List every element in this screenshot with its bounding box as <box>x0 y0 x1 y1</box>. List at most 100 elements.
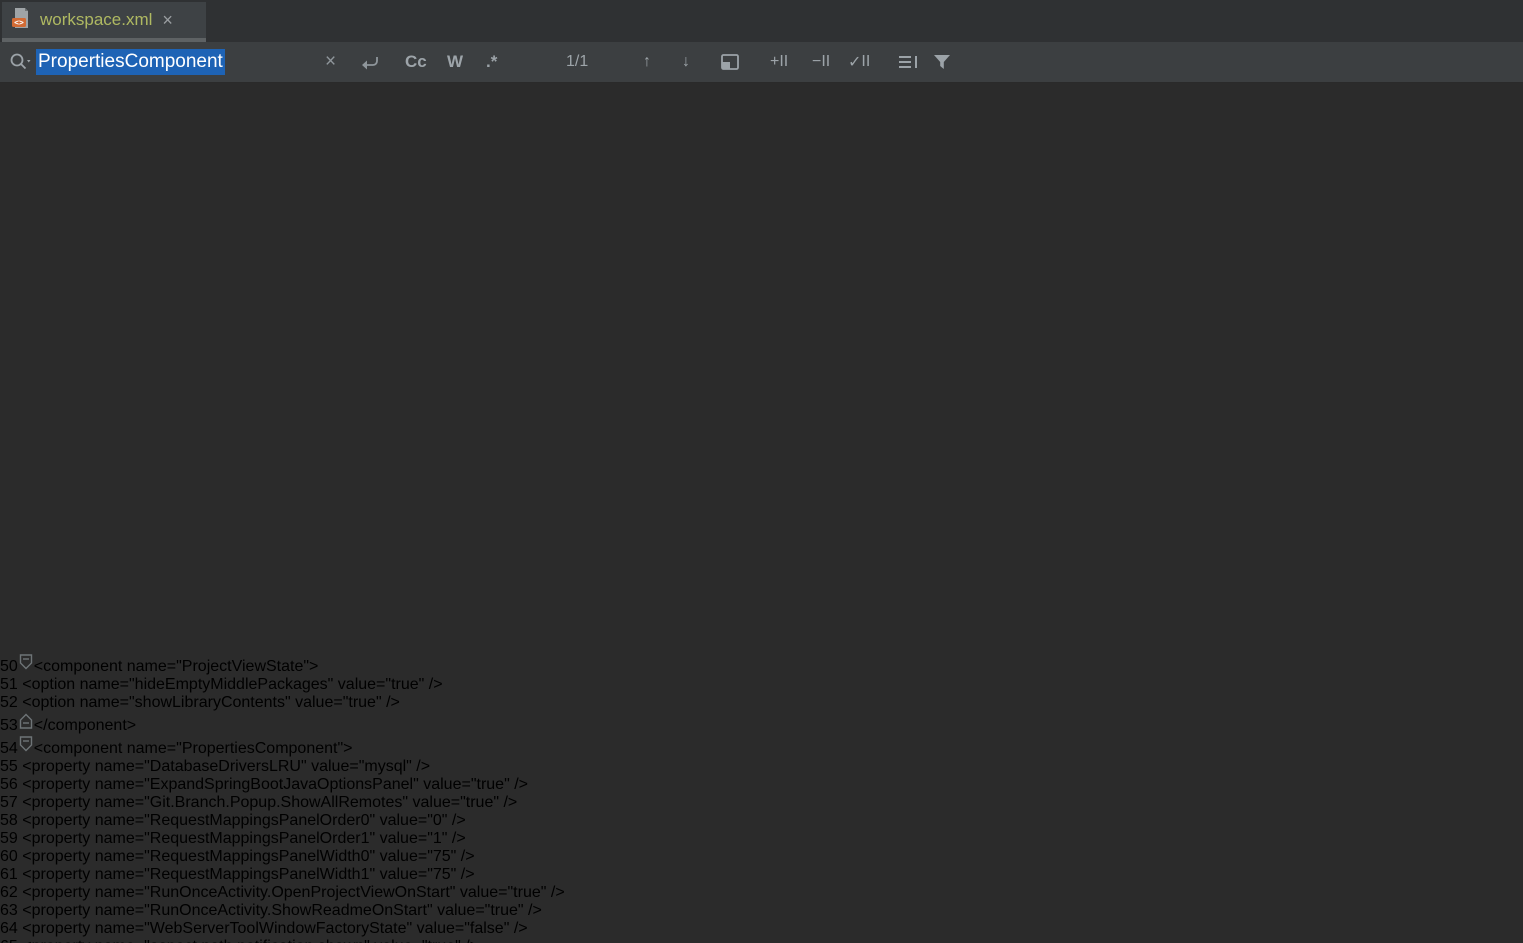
code-token: "true" <box>385 676 424 693</box>
editor[interactable]: 50<component name="ProjectViewState">51 … <box>0 0 1523 943</box>
code-token: value= <box>375 830 427 847</box>
code-token: "showLibraryContents" <box>129 694 291 711</box>
remove-occurrence-button[interactable]: − II <box>812 42 830 82</box>
whole-words-toggle[interactable]: W <box>447 42 463 82</box>
code-token: value= <box>333 676 385 693</box>
code-line[interactable]: 61 <property name="RequestMappingsPanelW… <box>0 866 1523 884</box>
code-token: < <box>34 740 43 757</box>
line-number: 51 <box>0 676 18 693</box>
code-token: option <box>32 694 76 711</box>
code-token: "RequestMappingsPanelOrder1" <box>144 830 375 847</box>
code-token: < <box>22 902 31 919</box>
code-line[interactable]: 62 <property name="RunOnceActivity.OpenP… <box>0 884 1523 902</box>
code-line[interactable]: 56 <property name="ExpandSpringBootJavaO… <box>0 776 1523 794</box>
line-number: 54 <box>0 740 18 757</box>
tab-close-icon[interactable]: × <box>162 11 173 29</box>
code-line[interactable]: 65 <property name="aspect.path.notificat… <box>0 938 1523 943</box>
toolbar-separator <box>512 51 513 73</box>
code-text: <property name="RequestMappingsPanelOrde… <box>18 830 466 847</box>
code-token: "false" <box>464 920 509 937</box>
line-number: 50 <box>0 658 18 675</box>
code-token: name= <box>90 866 144 883</box>
fold-collapse-start-icon[interactable] <box>18 658 34 675</box>
code-token: < <box>22 866 31 883</box>
code-line[interactable]: 53</component> <box>0 712 1523 735</box>
code-token: /> <box>412 758 430 775</box>
tab-workspace-xml[interactable]: <> workspace.xml × <box>2 2 206 38</box>
add-occurrence-button[interactable]: + II <box>770 42 788 82</box>
search-input[interactable]: PropertiesComponent <box>36 42 225 82</box>
code-token: < <box>22 812 31 829</box>
code-token: component <box>43 740 122 757</box>
next-match-button[interactable]: ↓ <box>682 42 690 82</box>
code-line[interactable]: 57 <property name="Git.Branch.Popup.Show… <box>0 794 1523 812</box>
code-line[interactable]: 59 <property name="RequestMappingsPanelO… <box>0 830 1523 848</box>
select-all-occurrences-button[interactable]: ✓ II <box>848 42 870 82</box>
fold-collapse-end-icon[interactable] <box>18 717 34 734</box>
code-text: <property name="RunOnceActivity.OpenProj… <box>18 884 565 901</box>
code-token: value= <box>291 694 343 711</box>
code-token: value= <box>412 920 464 937</box>
clear-search-icon[interactable]: × <box>325 42 336 82</box>
code-line[interactable]: 50<component name="ProjectViewState"> <box>0 653 1523 676</box>
code-line[interactable]: 52 <option name="showLibraryContents" va… <box>0 694 1523 712</box>
code-line[interactable]: 63 <property name="RunOnceActivity.ShowR… <box>0 902 1523 920</box>
code-token: name= <box>75 676 129 693</box>
regex-toggle[interactable]: .* <box>486 42 497 82</box>
code-token: value= <box>419 776 471 793</box>
code-token: value= <box>455 884 507 901</box>
previous-match-button[interactable]: ↑ <box>643 42 651 82</box>
code-token: "ExpandSpringBootJavaOptionsPanel" <box>144 776 419 793</box>
code-line[interactable]: 55 <property name="DatabaseDriversLRU" v… <box>0 758 1523 776</box>
code-token: name= <box>90 794 144 811</box>
code-line[interactable]: 64 <property name="WebServerToolWindowFa… <box>0 920 1523 938</box>
code-token: "ProjectViewState" <box>176 658 309 675</box>
code-token: < <box>22 676 31 693</box>
code-token: /> <box>456 866 474 883</box>
code-token: "true" <box>460 794 499 811</box>
code-token: < <box>22 848 31 865</box>
ide-window: <> workspace.xml × PropertiesComponent × <box>0 0 1523 943</box>
code-token: "mysql" <box>359 758 412 775</box>
code-text: <property name="RunOnceActivity.ShowRead… <box>18 902 542 919</box>
vcs-added-marker <box>0 73 1523 617</box>
toolbar-separator <box>757 51 758 73</box>
code-token: /> <box>461 938 479 943</box>
code-token: property <box>32 884 91 901</box>
vcs-added-marker <box>0 616 1523 652</box>
code-line[interactable]: 54 <component name="PropertiesComponent"> <box>0 735 1523 758</box>
code-token: property <box>32 758 91 775</box>
code-token: property <box>32 794 91 811</box>
line-number: 58 <box>0 812 18 829</box>
code-token: /> <box>447 812 465 829</box>
code-token: </ <box>34 717 48 734</box>
code-token: value= <box>370 938 422 943</box>
code-token: option <box>32 676 76 693</box>
code-token: < <box>22 794 31 811</box>
find-bar: PropertiesComponent × Cc W .* 1/1 ↑ ↓ + … <box>0 42 1523 83</box>
code-token: "RequestMappingsPanelWidth1" <box>144 866 375 883</box>
code-token: property <box>32 902 91 919</box>
code-token: property <box>32 812 91 829</box>
open-in-find-window-icon[interactable] <box>719 42 741 82</box>
code-text: <property name="ExpandSpringBootJavaOpti… <box>18 776 528 793</box>
code-text: <property name="aspect.path.notification… <box>18 938 479 943</box>
code-text: <component name="PropertiesComponent"> <box>34 740 353 757</box>
filter-search-results-icon[interactable] <box>931 42 953 82</box>
fold-collapse-start-icon[interactable] <box>18 740 34 757</box>
code-token: /> <box>424 676 442 693</box>
match-case-toggle[interactable]: Cc <box>405 42 427 82</box>
code-line[interactable]: 58 <property name="RequestMappingsPanelO… <box>0 812 1523 830</box>
code-text: <property name="Git.Branch.Popup.ShowAll… <box>18 794 517 811</box>
filter-lines-icon[interactable] <box>897 42 921 82</box>
code-token: "aspect.path.notification.shown" <box>144 938 370 943</box>
code-token: "true" <box>422 938 461 943</box>
code-token: /> <box>510 776 528 793</box>
line-number: 64 <box>0 920 18 937</box>
code-line[interactable]: 60 <property name="RequestMappingsPanelW… <box>0 848 1523 866</box>
code-token: "RunOnceActivity.ShowReadmeOnStart" <box>144 902 433 919</box>
search-icon[interactable] <box>8 42 34 82</box>
new-line-icon[interactable] <box>357 42 381 82</box>
code-line[interactable]: 51 <option name="hideEmptyMiddlePackages… <box>0 676 1523 694</box>
code-text: <option name="showLibraryContents" value… <box>18 694 400 711</box>
